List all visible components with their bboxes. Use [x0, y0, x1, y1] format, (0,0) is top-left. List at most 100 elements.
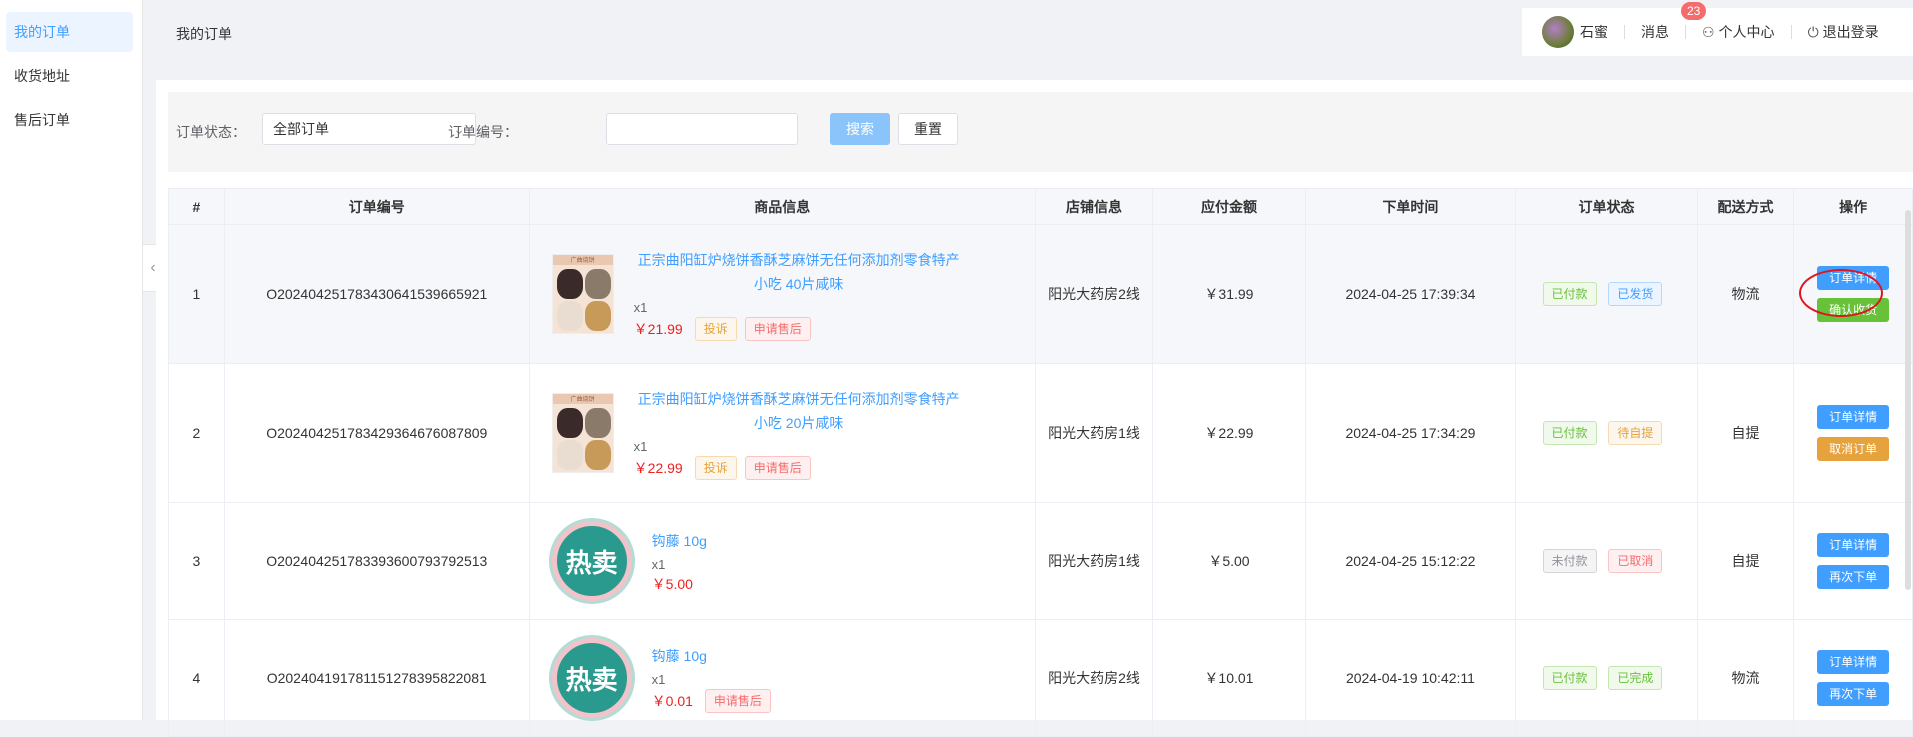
amount: ￥31.99 — [1152, 224, 1306, 364]
hot-sale-product-image[interactable]: 热卖 — [551, 521, 632, 601]
vertical-scrollbar[interactable] — [1905, 210, 1911, 590]
reorder-button[interactable]: 再次下单 — [1817, 565, 1890, 589]
goods-price: ￥21.99 — [633, 320, 683, 337]
goods-price: ￥0.01 — [651, 692, 693, 709]
hot-sale-product-image[interactable]: 热卖 — [551, 638, 632, 718]
goods-price: ￥22.99 — [633, 459, 683, 476]
message-count-badge: 23 — [1681, 2, 1707, 20]
order-time: 2024-04-25 17:34:29 — [1304, 363, 1517, 503]
order-detail-button[interactable]: 订单详情 — [1817, 533, 1890, 557]
delivery-method: 自提 — [1696, 502, 1795, 620]
after-sales-button[interactable]: 申请售后 — [704, 688, 771, 713]
goods-cell: 热卖 钩藤 10g x1 ￥5.00 — [528, 502, 1036, 620]
col-header-index: # — [168, 188, 225, 225]
actions-cell: 订单详情 取消订单 — [1793, 363, 1913, 503]
sidebar-item-my-orders[interactable]: 我的订单 — [6, 12, 133, 52]
main-content: 订单状态： 全部订单 ⌄ 订单编号： 搜索 重置 # 订单编号 商品信息 店铺信… — [156, 80, 1913, 737]
goods-qty: x1 — [633, 299, 648, 315]
order-no-label: 订单编号： — [448, 124, 518, 140]
status-cell: 已付款 待自提 — [1515, 363, 1698, 503]
order-time: 2024-04-25 17:39:34 — [1304, 224, 1517, 364]
divider — [1624, 25, 1625, 39]
row-index: 2 — [168, 363, 225, 503]
order-time: 2024-04-19 10:42:11 — [1304, 619, 1517, 737]
row-index: 1 — [168, 224, 225, 364]
after-sales-button[interactable]: 申请售后 — [744, 316, 811, 341]
order-number: O202404251783429364676087809 — [223, 363, 530, 503]
shop-name: 阳光大药房2线 — [1034, 224, 1154, 364]
goods-name-link[interactable]: 正宗曲阳缸炉烧饼香酥芝麻饼无任何添加剂零食特产小吃 40片咸味 — [634, 248, 964, 296]
delivery-method: 自提 — [1696, 363, 1795, 503]
order-number: O202404191781151278395822081 — [223, 619, 530, 737]
status-badge-unpaid: 未付款 — [1542, 549, 1597, 573]
power-icon: ⏻ — [1807, 24, 1819, 40]
user-icon: ⚇ — [1702, 24, 1715, 40]
status-badge-paid: 已付款 — [1542, 421, 1597, 445]
orders-table: # 订单编号 商品信息 店铺信息 应付金额 下单时间 订单状态 配送方式 操作 … — [168, 188, 1913, 737]
username[interactable]: 石蜜 — [1580, 22, 1608, 42]
col-header-time: 下单时间 — [1304, 188, 1517, 225]
status-select[interactable]: 全部订单 ⌄ — [262, 113, 476, 145]
complaint-button[interactable]: 投诉 — [694, 316, 737, 341]
user-box: 石蜜 消息 23 ⚇ 个人中心 ⏻ 退出登录 — [1522, 2, 1913, 56]
top-bar: 我的订单 石蜜 消息 23 ⚇ 个人中心 ⏻ 退出登录 — [144, 0, 1913, 80]
avatar[interactable] — [1542, 16, 1574, 48]
page-title: 我的订单 — [176, 26, 232, 42]
shop-name: 阳光大药房1线 — [1034, 363, 1154, 503]
status-cell: 已付款 已发货 — [1515, 224, 1698, 364]
search-button[interactable]: 搜索 — [830, 113, 890, 145]
row-index: 3 — [168, 502, 225, 620]
delivery-method: 物流 — [1696, 619, 1795, 737]
shop-name: 阳光大药房2线 — [1034, 619, 1154, 737]
sidebar: 我的订单 收货地址 售后订单 — [0, 0, 143, 720]
status-badge-completed: 已完成 — [1608, 666, 1663, 690]
status-badge-shipped: 已发货 — [1608, 282, 1663, 306]
cancel-order-button[interactable]: 取消订单 — [1817, 437, 1890, 461]
col-header-status: 订单状态 — [1515, 188, 1698, 225]
filter-bar: 订单状态： 全部订单 ⌄ 订单编号： 搜索 重置 — [168, 92, 1913, 172]
col-header-shop: 店铺信息 — [1034, 188, 1154, 225]
order-detail-button[interactable]: 订单详情 — [1817, 405, 1890, 429]
amount: ￥5.00 — [1152, 502, 1306, 620]
delivery-method: 物流 — [1696, 224, 1795, 364]
goods-name-link[interactable]: 正宗曲阳缸炉烧饼香酥芝麻饼无任何添加剂零食特产小吃 20片咸味 — [634, 387, 964, 435]
messages-label: 消息 — [1641, 24, 1669, 40]
cookie-product-image[interactable]: 广曲烧饼 — [551, 254, 614, 334]
sidebar-item-address[interactable]: 收货地址 — [6, 56, 133, 96]
order-detail-button[interactable]: 订单详情 — [1817, 650, 1890, 674]
actions-cell: 订单详情 再次下单 — [1793, 619, 1913, 737]
col-header-amount: 应付金额 — [1152, 188, 1306, 225]
goods-cell: 广曲烧饼 正宗曲阳缸炉烧饼香酥芝麻饼无任何添加剂零食特产小吃 20片咸味 x1 … — [528, 363, 1036, 503]
col-header-goods: 商品信息 — [528, 188, 1036, 225]
row-index: 4 — [168, 619, 225, 737]
messages-link[interactable]: 消息 23 — [1641, 2, 1707, 42]
sidebar-item-after-sales[interactable]: 售后订单 — [6, 100, 133, 140]
reset-button[interactable]: 重置 — [898, 113, 958, 145]
col-header-delivery: 配送方式 — [1696, 188, 1795, 225]
table-row: 3 O202404251783393600793792513 热卖 钩藤 10g… — [168, 502, 1913, 620]
order-number: O202404251783393600793792513 — [223, 502, 530, 620]
status-select-value: 全部订单 — [273, 121, 329, 137]
table-row: 4 O202404191781151278395822081 热卖 钩藤 10g… — [168, 619, 1913, 737]
status-badge-paid: 已付款 — [1542, 282, 1597, 306]
order-number: O202404251783430641539665921 — [223, 224, 530, 364]
goods-price: ￥5.00 — [651, 575, 693, 592]
status-filter-label: 订单状态： — [176, 124, 246, 140]
col-header-actions: 操作 — [1793, 188, 1913, 225]
chevron-left-icon: ‹ — [150, 259, 156, 276]
goods-name-link[interactable]: 钩藤 10g — [652, 644, 779, 668]
reorder-button[interactable]: 再次下单 — [1817, 682, 1890, 706]
status-badge-cancelled: 已取消 — [1608, 549, 1663, 573]
after-sales-button[interactable]: 申请售后 — [744, 455, 811, 480]
status-badge-paid: 已付款 — [1542, 666, 1597, 690]
actions-cell: 订单详情 再次下单 — [1793, 502, 1913, 620]
status-badge-pickup: 待自提 — [1608, 421, 1663, 445]
cookie-product-image[interactable]: 广曲烧饼 — [551, 393, 614, 473]
status-cell: 已付款 已完成 — [1515, 619, 1698, 737]
order-no-input[interactable] — [606, 113, 798, 145]
logout-link[interactable]: ⏻ 退出登录 — [1808, 22, 1879, 42]
complaint-button[interactable]: 投诉 — [694, 455, 737, 480]
goods-name-link[interactable]: 钩藤 10g — [652, 529, 707, 553]
table-row: 2 O202404251783429364676087809 广曲烧饼 正宗曲阳… — [168, 363, 1913, 503]
personal-center-link[interactable]: ⚇ 个人中心 — [1702, 22, 1775, 42]
